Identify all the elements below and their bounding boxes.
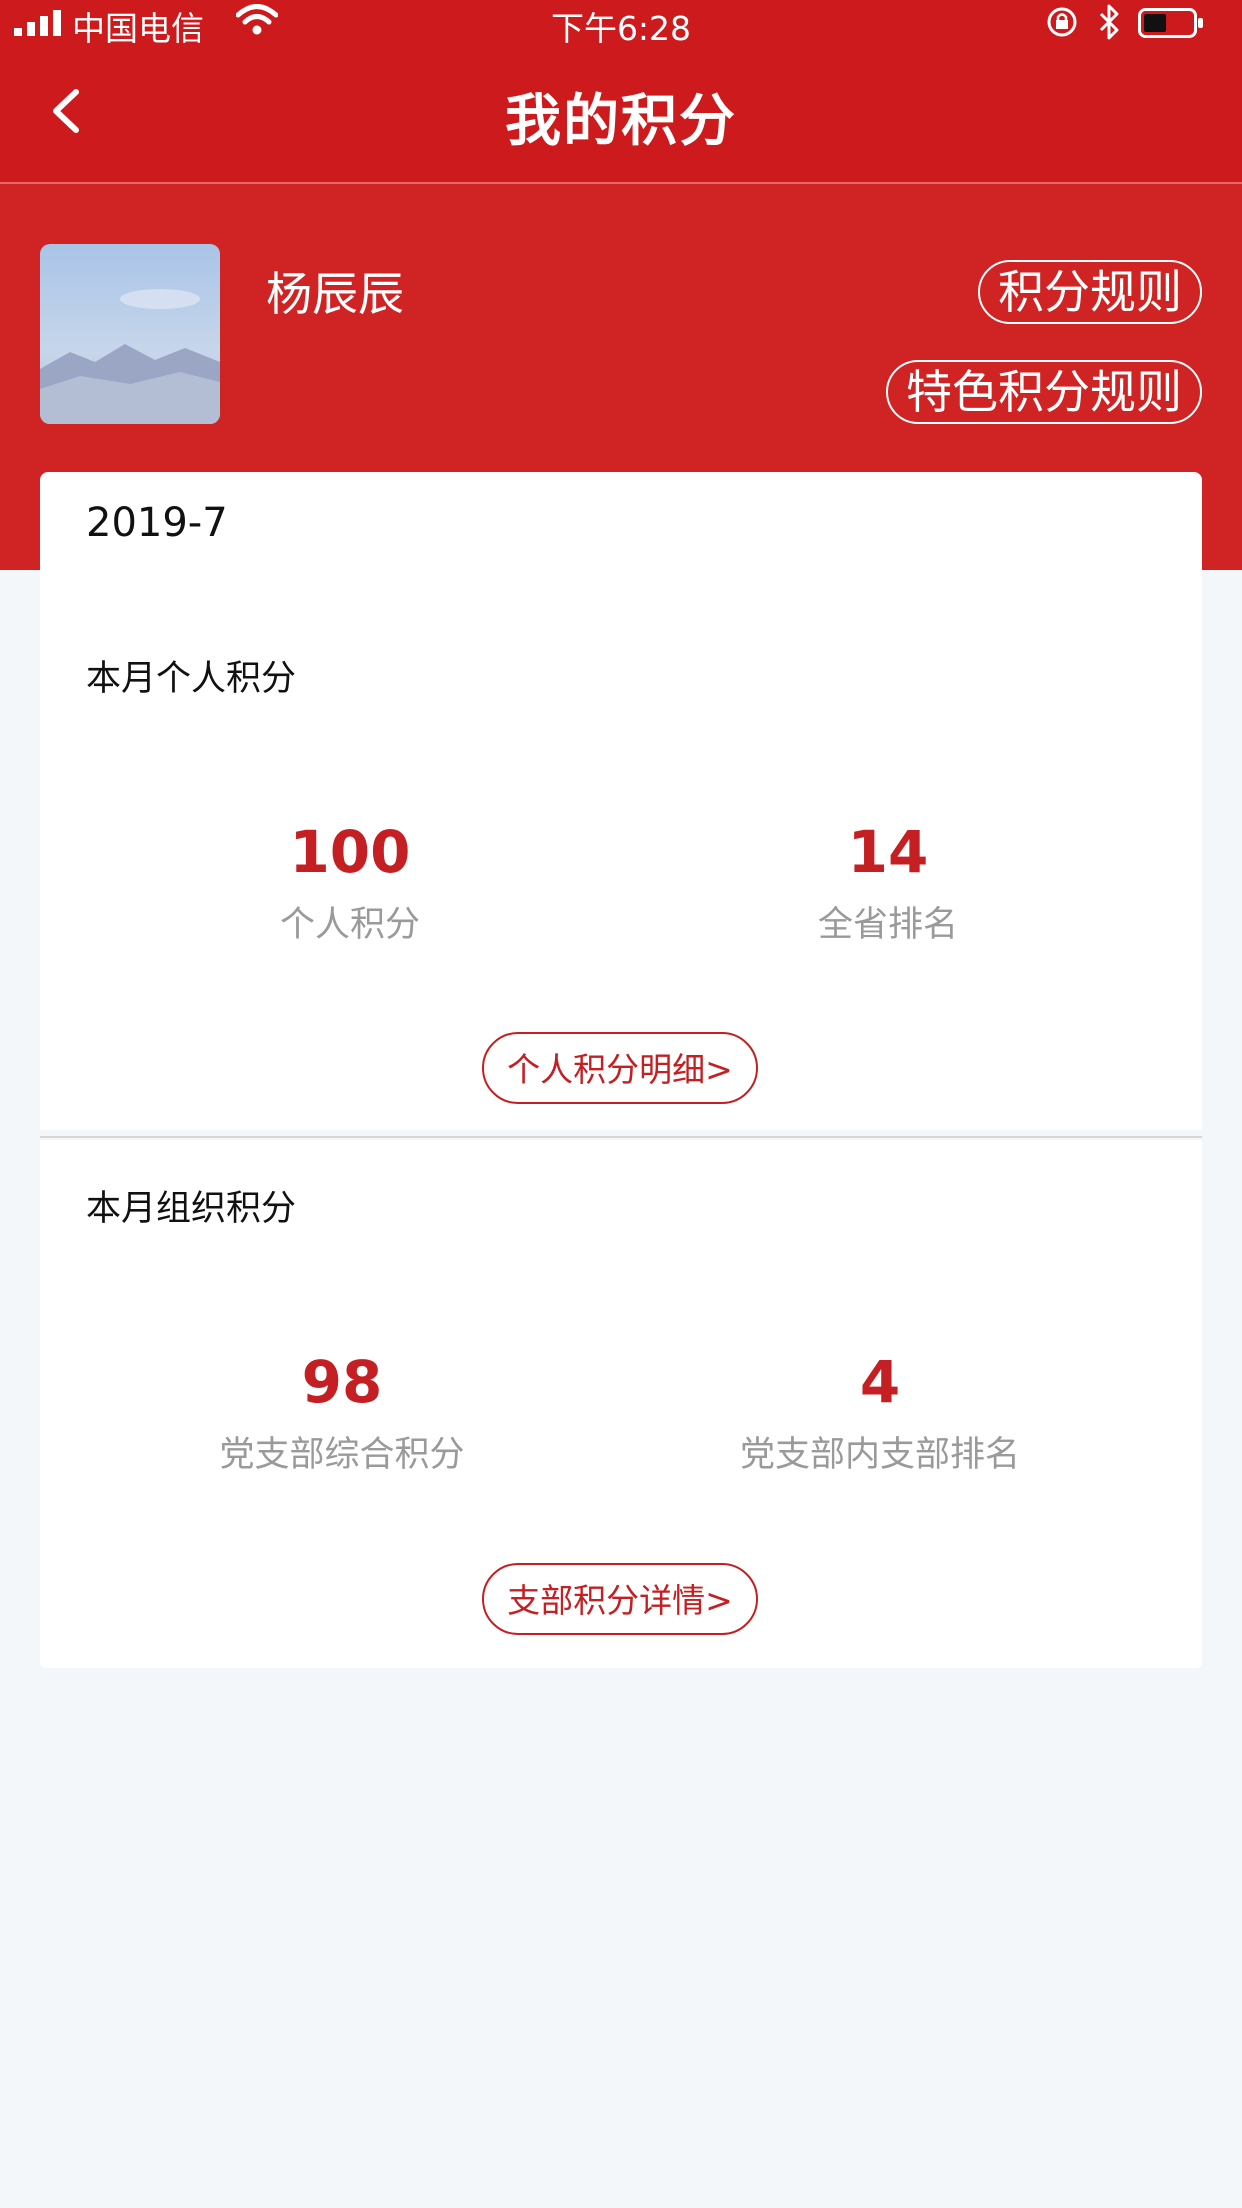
branch-points-detail-button[interactable]: 支部积分详情> <box>482 1563 758 1635</box>
province-rank-value: 14 <box>847 818 929 886</box>
period-label: 2019-7 <box>86 500 228 546</box>
personal-score-value: 100 <box>289 818 411 886</box>
branch-score-value: 98 <box>301 1348 383 1416</box>
branch-rank-label: 党支部内支部排名 <box>739 1435 1020 1475</box>
personal-score-label: 个人积分 <box>279 905 420 945</box>
personal-section-title: 本月个人积分 <box>86 659 297 699</box>
header-divider <box>0 182 1242 184</box>
rotation-lock-icon <box>1047 7 1077 37</box>
user-name: 杨辰辰 <box>266 267 404 321</box>
special-points-rules-button[interactable]: 特色积分规则 <box>886 360 1202 424</box>
page-title: 我的积分 <box>505 89 737 154</box>
bluetooth-icon <box>1099 4 1119 40</box>
battery-icon <box>1138 8 1203 38</box>
avatar-image <box>40 244 220 424</box>
branch-rank-value: 4 <box>859 1348 901 1416</box>
personal-points-detail-button[interactable]: 个人积分明细> <box>482 1032 758 1104</box>
card-divider <box>40 1136 1202 1138</box>
organization-section-title: 本月组织积分 <box>86 1189 297 1229</box>
avatar[interactable] <box>40 244 220 424</box>
points-rules-button[interactable]: 积分规则 <box>978 260 1202 324</box>
province-rank-label: 全省排名 <box>817 905 958 945</box>
branch-score-label: 党支部综合积分 <box>219 1435 465 1475</box>
status-bar: 中国电信 下午6:28 <box>0 0 1242 48</box>
